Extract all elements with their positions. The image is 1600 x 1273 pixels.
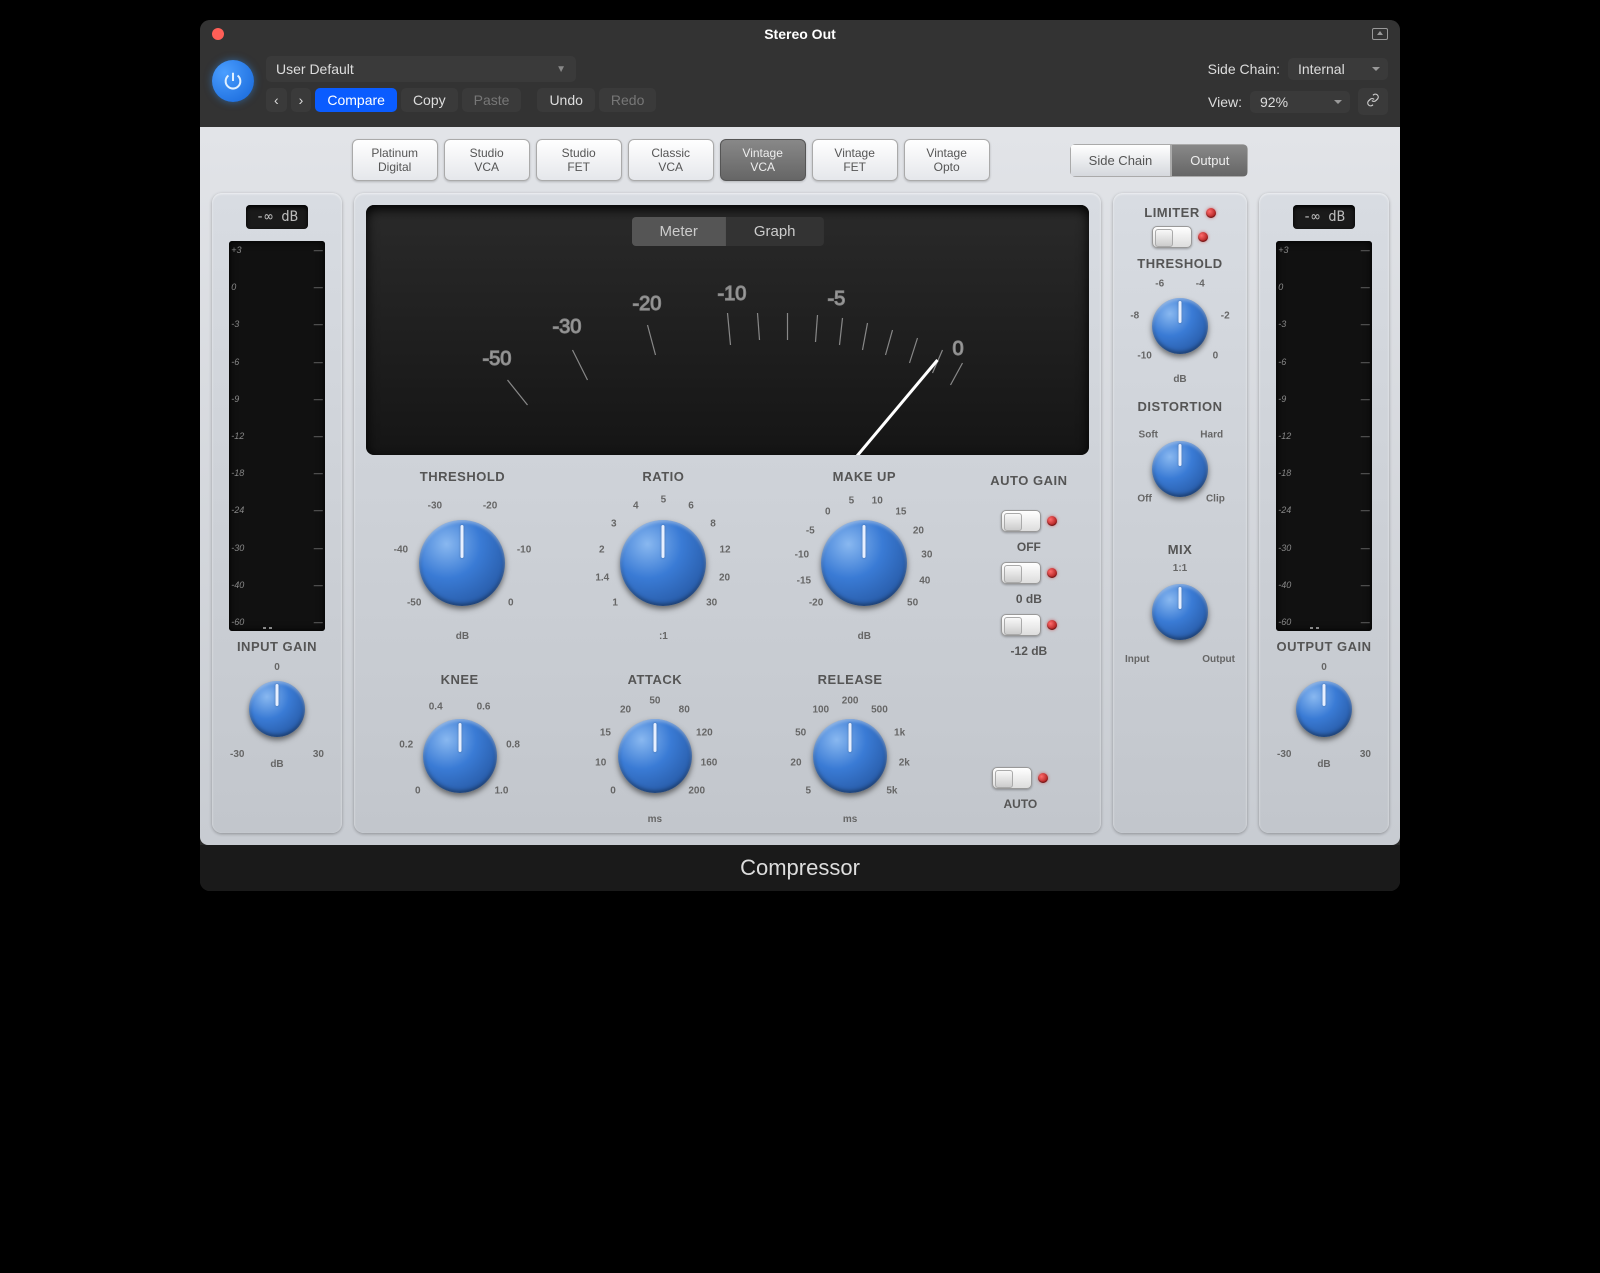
model-classic-vca[interactable]: ClassicVCA	[628, 139, 714, 181]
close-button[interactable]	[212, 28, 224, 40]
output-gain-knob[interactable]	[1296, 681, 1352, 737]
threshold-knob[interactable]	[419, 520, 505, 606]
compare-button[interactable]: Compare	[315, 88, 397, 112]
model-vintage-vca[interactable]: VintageVCA	[720, 139, 806, 181]
view-select[interactable]: 92%	[1250, 91, 1350, 113]
sidechain-select[interactable]: Internal	[1288, 58, 1388, 80]
vu-meter: Meter Graph -50-30 -20-10 -50	[366, 205, 1089, 455]
knee-knob[interactable]	[423, 719, 497, 793]
svg-text:-5: -5	[828, 288, 846, 310]
model-studio-fet[interactable]: StudioFET	[536, 139, 622, 181]
input-lcd: -∞ dB	[246, 205, 308, 229]
next-button[interactable]: ›	[291, 88, 312, 112]
attack-knob[interactable]	[618, 719, 692, 793]
output-lcd: -∞ dB	[1293, 205, 1355, 229]
distortion-knob[interactable]	[1152, 441, 1208, 497]
autogain-0db-switch[interactable]	[1001, 562, 1041, 584]
input-meter: +3—0—-3—-6—-9—-12—-18—-24—-30—-40—-60—	[229, 241, 324, 631]
model-vintage-opto[interactable]: VintageOpto	[904, 139, 990, 181]
paste-button[interactable]: Paste	[462, 88, 522, 112]
copy-button[interactable]: Copy	[401, 88, 458, 112]
output-tab[interactable]: Output	[1171, 144, 1248, 177]
prev-button[interactable]: ‹	[266, 88, 287, 112]
svg-text:-20: -20	[633, 293, 662, 315]
link-button[interactable]	[1358, 88, 1388, 115]
output-meter: +3—0—-3—-6—-9—-12—-18—-24—-30—-40—-60—	[1276, 241, 1371, 631]
makeup-knob[interactable]	[821, 520, 907, 606]
svg-text:-10: -10	[718, 283, 747, 305]
release-knob[interactable]	[813, 719, 887, 793]
input-gain-label: INPUT GAIN	[237, 639, 317, 654]
preset-select[interactable]: User Default ▼	[266, 56, 576, 82]
svg-text:-50: -50	[483, 348, 512, 370]
model-studio-vca[interactable]: StudioVCA	[444, 139, 530, 181]
release-auto-switch[interactable]	[992, 767, 1032, 789]
mix-knob[interactable]	[1152, 584, 1208, 640]
output-gain-label: OUTPUT GAIN	[1276, 639, 1371, 654]
ratio-knob[interactable]	[620, 520, 706, 606]
input-gain-knob[interactable]	[249, 681, 305, 737]
limiter-threshold-knob[interactable]	[1152, 298, 1208, 354]
svg-text:0: 0	[953, 338, 964, 360]
model-platinum-digital[interactable]: PlatinumDigital	[352, 139, 438, 181]
sidechain-label: Side Chain:	[1208, 61, 1280, 77]
preset-name: User Default	[276, 61, 354, 77]
sidechain-tab[interactable]: Side Chain	[1070, 144, 1172, 177]
svg-text:-30: -30	[553, 316, 582, 338]
power-button[interactable]	[212, 60, 254, 102]
view-label: View:	[1208, 94, 1242, 110]
window-title: Stereo Out	[764, 26, 836, 42]
limiter-switch[interactable]	[1152, 226, 1192, 248]
autogain-off-switch[interactable]	[1001, 510, 1041, 532]
share-icon[interactable]	[1372, 28, 1388, 40]
plugin-name: Compressor	[200, 845, 1400, 891]
undo-button[interactable]: Undo	[537, 88, 594, 112]
redo-button[interactable]: Redo	[599, 88, 656, 112]
model-vintage-fet[interactable]: VintageFET	[812, 139, 898, 181]
autogain-12db-switch[interactable]	[1001, 614, 1041, 636]
